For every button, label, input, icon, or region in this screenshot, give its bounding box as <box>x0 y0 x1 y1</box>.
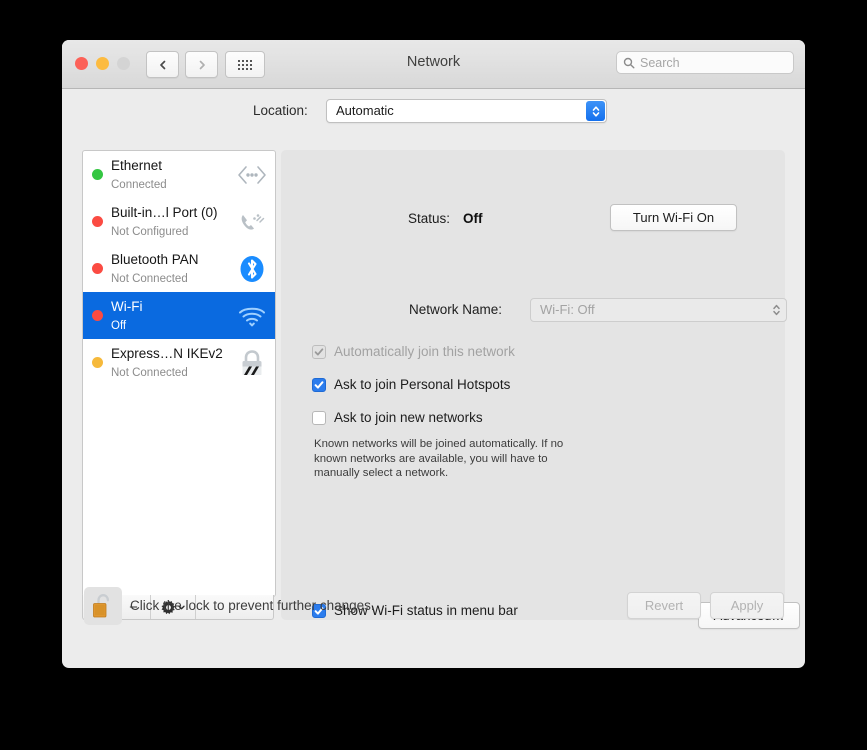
sidebar-item-bluetooth-pan[interactable]: Bluetooth PAN Not Connected <box>83 245 275 292</box>
checkbox-indicator <box>312 345 326 359</box>
service-status: Not Connected <box>111 366 188 379</box>
sidebar-item-vpn-ikev2[interactable]: Express…N IKEv2 Not Connected <box>83 339 275 386</box>
search-icon <box>623 57 635 69</box>
window-titlebar: Network Search <box>62 40 805 89</box>
wifi-settings-panel: Status: Off Turn Wi-Fi On Network Name: … <box>281 150 800 629</box>
location-value: Automatic <box>336 103 394 118</box>
network-name-value: Wi-Fi: Off <box>540 302 595 317</box>
network-services-list[interactable]: Ethernet Connected Built-in…l Port (0) N… <box>82 150 276 597</box>
service-name: Ethernet <box>111 157 163 173</box>
search-input[interactable]: Search <box>616 51 794 74</box>
status-dot-connected <box>92 169 103 180</box>
checkbox-label: Automatically join this network <box>334 344 515 359</box>
status-dot-not-configured <box>92 216 103 227</box>
apply-button: Apply <box>710 592 784 619</box>
checkbox-personal-hotspots[interactable]: Ask to join Personal Hotspots <box>312 378 510 392</box>
service-status: Off <box>111 319 127 332</box>
network-preferences-window: Network Search Location: Automatic Ether… <box>62 40 805 668</box>
status-dot-off <box>92 310 103 321</box>
location-select[interactable]: Automatic <box>326 99 607 123</box>
sidebar-item-wifi[interactable]: Wi-Fi Off <box>83 292 275 339</box>
status-label: Status: <box>408 211 451 226</box>
unlocked-padlock-icon <box>93 594 110 618</box>
network-name-label: Network Name: <box>409 302 503 317</box>
help-description: Known networks will be joined automatica… <box>314 438 564 479</box>
search-placeholder: Search <box>640 55 680 70</box>
chevron-updown-icon <box>773 304 780 316</box>
service-status: Not Configured <box>111 225 189 238</box>
checkbox-label: Ask to join new networks <box>334 410 483 425</box>
checkbox-indicator[interactable] <box>312 411 326 425</box>
location-label: Location: <box>253 103 308 118</box>
turn-wifi-on-button[interactable]: Turn Wi-Fi On <box>610 204 737 231</box>
status-dot-not-connected <box>92 357 103 368</box>
vpn-lock-icon <box>236 347 268 379</box>
chevron-updown-icon <box>586 101 605 121</box>
revert-button: Revert <box>627 592 701 619</box>
sidebar-item-builtin-port[interactable]: Built-in…l Port (0) Not Configured <box>83 198 275 245</box>
status-dot-not-connected <box>92 263 103 274</box>
service-name: Built-in…l Port (0) <box>111 204 218 220</box>
service-name: Wi-Fi <box>111 298 143 314</box>
checkbox-auto-join: Automatically join this network <box>312 345 515 359</box>
ethernet-icon <box>236 159 268 191</box>
modem-icon <box>236 206 268 238</box>
status-value: Off <box>463 211 483 226</box>
lock-description: Click the lock to prevent further change… <box>130 598 375 613</box>
checkbox-indicator[interactable] <box>312 378 326 392</box>
lock-button[interactable] <box>84 587 122 625</box>
checkbox-label: Ask to join Personal Hotspots <box>334 377 511 392</box>
network-name-select: Wi-Fi: Off <box>530 298 787 322</box>
sidebar-item-ethernet[interactable]: Ethernet Connected <box>83 151 275 198</box>
location-row: Location: Automatic <box>62 88 805 136</box>
service-name: Express…N IKEv2 <box>111 345 223 361</box>
service-name: Bluetooth PAN <box>111 251 199 267</box>
checkbox-new-networks[interactable]: Ask to join new networks <box>312 411 483 425</box>
service-status: Not Connected <box>111 272 188 285</box>
service-status: Connected <box>111 178 167 191</box>
wifi-icon <box>236 300 268 332</box>
bluetooth-icon <box>236 253 268 285</box>
